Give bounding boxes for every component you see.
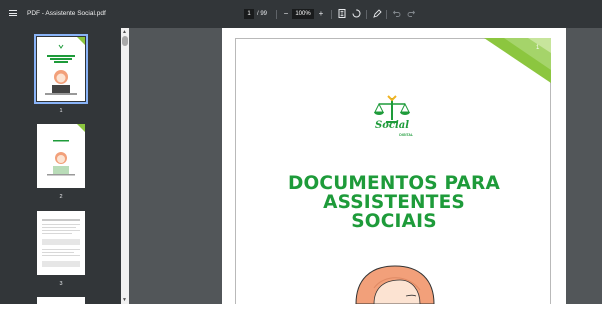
- thumbnail-page-1[interactable]: [34, 34, 88, 104]
- thumbnail-sidebar: 1 2 3: [0, 28, 121, 304]
- logo-text: Social: [374, 120, 410, 131]
- thumbnail-page-2[interactable]: [37, 124, 85, 188]
- pen-icon[interactable]: [372, 9, 382, 19]
- fit-page-icon[interactable]: [337, 9, 347, 19]
- page-number: 1: [536, 45, 540, 51]
- toolbar-divider: [366, 10, 367, 19]
- pdf-page: 1 Social DIGITAL DOCUMENTOS PARA ASSISTE…: [222, 28, 566, 304]
- rotate-icon[interactable]: [351, 9, 361, 19]
- thumbnail-page-4[interactable]: [37, 297, 85, 304]
- zoom-level-input[interactable]: 100%: [292, 9, 314, 19]
- document-title: PDF - Assistente Social.pdf: [27, 10, 106, 17]
- thumbnail-page-3[interactable]: [37, 211, 85, 275]
- scroll-down-icon[interactable]: ▼: [122, 297, 127, 303]
- heading-line: SOCIAIS: [351, 211, 437, 232]
- pdf-viewer: PDF - Assistente Social.pdf 1 / 99 − 100…: [0, 0, 602, 304]
- menu-icon[interactable]: [9, 10, 17, 16]
- toolbar-divider: [331, 10, 332, 19]
- scrollbar-thumb[interactable]: [122, 36, 128, 46]
- thumbnail-label: 1: [59, 108, 63, 114]
- plus-icon[interactable]: +: [316, 9, 326, 19]
- page-number-input[interactable]: 1: [244, 9, 254, 19]
- sidebar-scrollbar[interactable]: ▲ ▼: [121, 28, 129, 304]
- toolbar-divider: [386, 10, 387, 19]
- toolbar: PDF - Assistente Social.pdf 1 / 99 − 100…: [0, 0, 602, 28]
- document-heading: DOCUMENTOS PARA ASSISTENTES SOCIAIS: [252, 174, 536, 231]
- scroll-up-icon[interactable]: ▲: [122, 29, 127, 35]
- redo-icon[interactable]: [406, 9, 416, 19]
- heading-line: DOCUMENTOS PARA: [287, 173, 501, 194]
- page-total: / 99: [257, 11, 268, 17]
- thumbnail-label: 3: [59, 281, 63, 287]
- corner-decoration: [484, 38, 551, 83]
- minus-icon[interactable]: −: [281, 9, 291, 19]
- heading-line: ASSISTENTES: [323, 192, 465, 213]
- toolbar-divider: [276, 10, 277, 19]
- logo-subtext: DIGITAL: [399, 133, 413, 137]
- undo-icon[interactable]: [392, 9, 402, 19]
- thumbnail-label: 2: [59, 194, 63, 200]
- logo: Social DIGITAL: [367, 94, 417, 144]
- woman-illustration: [355, 265, 435, 304]
